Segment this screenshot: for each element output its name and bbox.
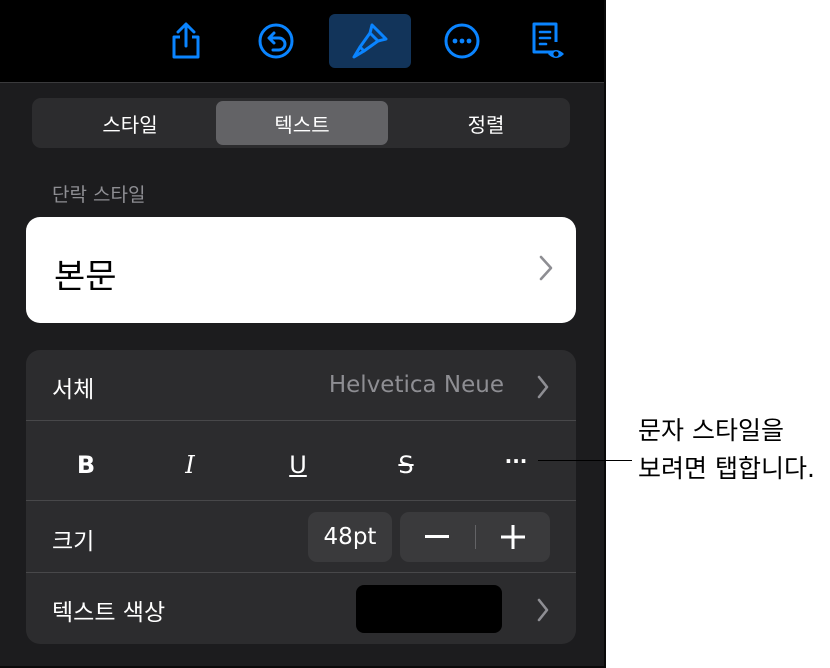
undo-button[interactable] bbox=[246, 14, 306, 68]
callout-text: 문자 스타일을 보려면 탭합니다. bbox=[638, 412, 815, 488]
bold-button[interactable]: B bbox=[64, 450, 108, 480]
font-value: Helvetica Neue bbox=[328, 372, 504, 398]
format-button[interactable] bbox=[329, 14, 411, 68]
format-brush-icon bbox=[352, 23, 388, 59]
italic-button[interactable]: I bbox=[168, 450, 212, 480]
paragraph-style-label: 단락 스타일 bbox=[52, 184, 146, 206]
underline-button[interactable]: U bbox=[276, 450, 320, 480]
share-button[interactable] bbox=[156, 14, 216, 68]
decrease-size-button[interactable] bbox=[400, 512, 474, 562]
font-row[interactable]: 서체 Helvetica Neue bbox=[26, 350, 576, 420]
size-value[interactable]: 48pt bbox=[308, 512, 392, 562]
text-color-label: 텍스트 색상 bbox=[52, 600, 166, 626]
chevron-right-icon bbox=[537, 598, 549, 622]
chevron-right-icon bbox=[537, 375, 549, 399]
toolbar bbox=[0, 0, 604, 82]
share-icon bbox=[172, 22, 200, 59]
callout-line-1: 문자 스타일을 bbox=[638, 416, 784, 445]
reading-view-icon bbox=[532, 22, 564, 58]
tab-arrange[interactable]: 정렬 bbox=[400, 101, 572, 145]
more-text-options-button[interactable]: ··· bbox=[494, 446, 538, 476]
text-color-row[interactable]: 텍스트 색상 bbox=[26, 573, 576, 644]
row-divider bbox=[26, 500, 576, 501]
font-settings-group: 서체 Helvetica Neue B I U S ··· 크기 48pt 텍스… bbox=[26, 350, 576, 644]
format-panel: 스타일 텍스트 정렬 단락 스타일 본문 서체 Helvetica Neue B… bbox=[0, 0, 606, 668]
toolbar-divider bbox=[0, 82, 604, 83]
text-color-swatch[interactable] bbox=[356, 585, 502, 633]
paragraph-style-value: 본문 bbox=[54, 257, 117, 297]
plus-icon bbox=[501, 525, 525, 549]
row-divider bbox=[26, 420, 576, 421]
reading-view-button[interactable] bbox=[518, 14, 578, 68]
size-stepper bbox=[400, 512, 550, 562]
undo-icon bbox=[258, 23, 294, 59]
chevron-right-icon bbox=[539, 255, 553, 281]
tab-style[interactable]: 스타일 bbox=[44, 101, 216, 145]
paragraph-style-button[interactable]: 본문 bbox=[26, 217, 576, 323]
tab-text[interactable]: 텍스트 bbox=[216, 101, 388, 145]
strikethrough-button[interactable]: S bbox=[384, 450, 428, 480]
minus-icon bbox=[425, 535, 449, 538]
format-tabs: 스타일 텍스트 정렬 bbox=[32, 98, 570, 148]
increase-size-button[interactable] bbox=[476, 512, 550, 562]
callout-line-2: 보려면 탭합니다. bbox=[638, 454, 815, 483]
size-label: 크기 bbox=[52, 529, 95, 555]
more-icon bbox=[444, 23, 480, 59]
font-label: 서체 bbox=[52, 377, 95, 403]
callout-leader-line bbox=[538, 460, 632, 461]
more-button[interactable] bbox=[432, 14, 492, 68]
